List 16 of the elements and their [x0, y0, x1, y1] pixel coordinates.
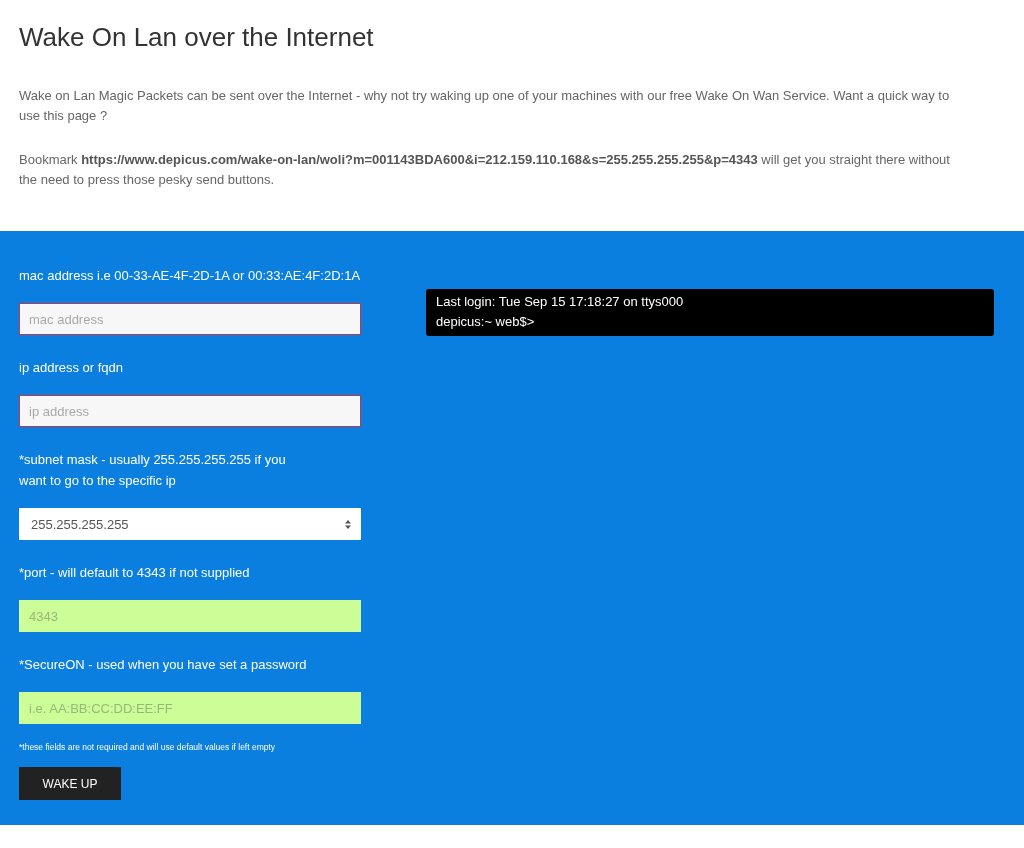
updown-arrows-icon	[345, 519, 351, 529]
text-input-field[interactable]: mac address	[19, 303, 361, 335]
intro-paragraph: Bookmark https://www.depicus.com/wake-on-lan/woli?m=001143BDA600&i=212.159.110.168&s=255.255.255.255&p=4343 will get you straight there without the need to press those pesky send buttons.	[19, 151, 951, 189]
text-input-field[interactable]: ip address	[19, 395, 361, 427]
intro-paragraph: Wake on Lan Magic Packets can be sent over the Internet - why not try waking up one of your machines with our free Wake On Wan Service. Want a quick way to use this page ?	[19, 87, 951, 125]
field-label: *port - will default to 4343 if not supplied	[19, 564, 251, 582]
terminal-line: Last login: Tue Sep 15 17:18:27 on ttys000	[436, 293, 685, 311]
field-label: mac address i.e 00-33-AE-4F-2D-1A or 00:33:AE:4F:2D:1A	[19, 267, 362, 285]
wake-up-button[interactable]: WAKE UP	[19, 767, 121, 800]
field-label: *SecureON - used when you have set a password	[19, 656, 308, 674]
field-label: *subnet mask - usually 255.255.255.255 if you want to go to the specific ip	[19, 451, 287, 490]
terminal-line: depicus:~ web$>	[436, 313, 536, 331]
footnote-text: *these fields are not required and will use default values if left empty	[19, 742, 277, 752]
subnet-dropdown[interactable]: 255.255.255.255	[19, 508, 361, 540]
field-label: ip address or fqdn	[19, 359, 125, 377]
page-title: Wake On Lan over the Internet	[19, 22, 375, 53]
